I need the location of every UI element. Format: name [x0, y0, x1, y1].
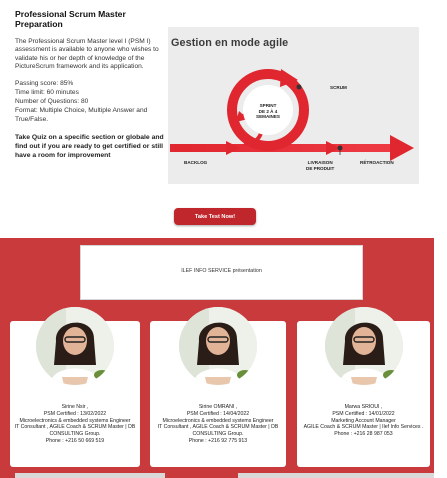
member-certification: PSM Certified : 14/01/2022: [332, 410, 395, 417]
bottom-strip-left: [15, 473, 165, 478]
cycle-marker: [296, 84, 302, 90]
question-count: Number of Questions: 80: [15, 97, 89, 105]
member-position: IT Consultant , AGILE Coach & SCRUM Mast…: [157, 424, 279, 437]
member-certification: PSM Certified : 14/04/2022: [186, 410, 250, 417]
time-limit: Time limit: 60 minutes: [15, 88, 79, 96]
team-member-photo: [179, 307, 257, 385]
scrum-label: SCRUM: [330, 85, 347, 90]
member-phone: Phone : +216 28 987 053: [334, 431, 393, 437]
backlog-label: BACKLOG: [184, 160, 208, 165]
team-member-info: Sirine Nsir , PSM Certified : 13/02/2022…: [13, 404, 137, 445]
release-label-line2: DE PRODUIT: [306, 165, 335, 171]
member-role: Marketing Account Manager: [331, 417, 396, 424]
team-member-info: Sirine OMRANI , PSM Certified : 14/04/20…: [153, 404, 283, 445]
intro-description: The Professional Scrum Master level I (P…: [15, 37, 159, 71]
intro-section: Professional Scrum Master Preparation Th…: [15, 9, 167, 169]
agile-process-illustration: Gestion en mode agile SCRUM SPRINT DE 2 …: [168, 27, 419, 184]
page-title: Professional Scrum Master Preparation: [15, 9, 126, 29]
passing-score: Passing score: 85%: [15, 80, 74, 87]
member-position: AGILE Coach & SCRUM Master | Ilef Info S…: [303, 424, 424, 431]
take-test-button[interactable]: Take Test Now!: [174, 208, 256, 225]
member-name: Sirine Nsir ,: [61, 404, 89, 410]
sprint-label-line3: SEMAINES: [256, 114, 280, 119]
member-role: Microelectronics & embedded systems Engi…: [19, 417, 131, 424]
team-card: Marwa SRIOUI , PSM Certified : 14/01/202…: [297, 307, 430, 467]
feedback-label: RÉTROACTION: [360, 160, 394, 165]
team-card: Sirine OMRANI , PSM Certified : 14/04/20…: [150, 307, 286, 467]
timeline-arrow-head: [390, 135, 414, 161]
portrait-image: [179, 307, 257, 385]
team-member-photo: [36, 307, 114, 385]
sprint-label: SPRINT DE 2 À 4 SEMAINES: [250, 103, 286, 120]
team-card: Sirine Nsir , PSM Certified : 13/02/2022…: [10, 307, 140, 467]
release-label-line1: LIVRAISON: [307, 160, 333, 165]
member-name: Marwa SRIOUI ,: [344, 404, 383, 410]
release-label: LIVRAISON DE PRODUIT: [306, 160, 334, 171]
bottom-strip-right: [238, 473, 434, 478]
exam-details: Passing score: 85% Time limit: 60 minute…: [15, 80, 167, 124]
video-caption: ILEF INFO SERVICE présentation: [181, 268, 262, 274]
portrait-image: [36, 307, 114, 385]
team-member-photo: [325, 307, 403, 385]
member-role: Microelectronics & embedded systems Engi…: [162, 417, 274, 424]
member-name: Sirine OMRANI ,: [198, 404, 238, 410]
member-phone: Phone : +216 92 775 913: [188, 437, 248, 444]
team-member-info: Marwa SRIOUI , PSM Certified : 14/01/202…: [300, 404, 427, 438]
backlog-chevron: [226, 141, 240, 155]
member-phone: Phone : +216 50 669 519: [45, 437, 105, 444]
member-position: IT Consultant , AGILE Coach & SCRUM Mast…: [14, 424, 136, 437]
question-format: Format: Multiple Choice, Multiple Answer…: [15, 106, 148, 123]
portrait-image: [325, 307, 403, 385]
member-certification: PSM Certified : 13/02/2022: [43, 410, 107, 417]
presentation-video[interactable]: ILEF INFO SERVICE présentation: [80, 245, 363, 300]
quiz-prompt: Take Quiz on a specific section or globa…: [15, 134, 164, 160]
